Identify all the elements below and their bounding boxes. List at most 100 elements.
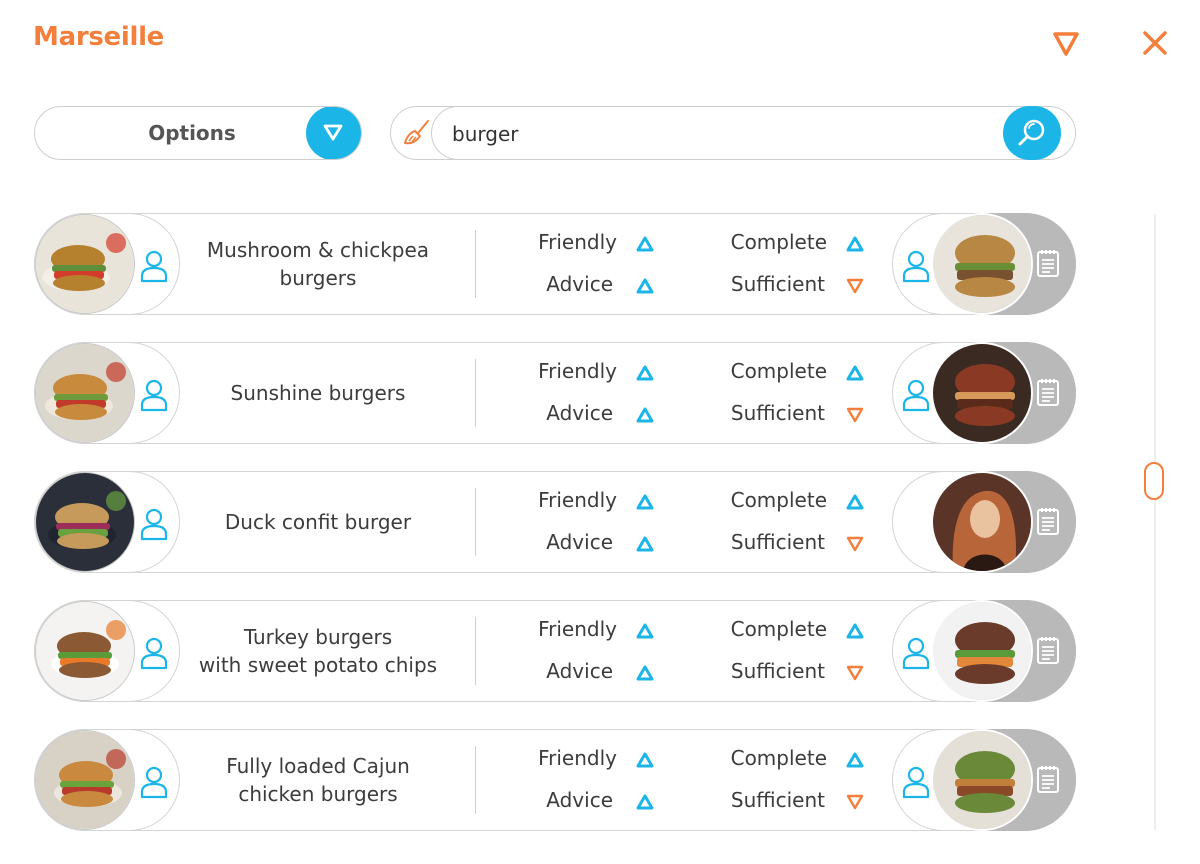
recipe-row[interactable]: Fully loaded Cajun chicken burgers Friend… — [34, 729, 1076, 831]
metric-complete-label: Complete — [730, 746, 827, 770]
user-icon[interactable] — [139, 378, 169, 416]
triangle-down-icon[interactable] — [845, 535, 865, 553]
triangle-up-icon[interactable] — [635, 235, 655, 253]
user-icon[interactable] — [139, 249, 169, 287]
notes-icon[interactable] — [1036, 764, 1060, 798]
broom-icon[interactable] — [401, 117, 433, 149]
divider — [475, 746, 476, 814]
triangle-up-icon[interactable] — [845, 493, 865, 511]
notes-icon[interactable] — [1036, 377, 1060, 411]
metric-complete-label: Complete — [730, 359, 827, 383]
triangle-up-icon[interactable] — [635, 364, 655, 382]
metric-sufficient-label: Sufficient — [730, 659, 825, 683]
recipe-name[interactable]: Turkey burgers with sweet potato chips — [185, 601, 451, 701]
triangle-up-icon[interactable] — [845, 751, 865, 769]
recipe-row[interactable]: Duck confit burger Friendly Advice Complete… — [34, 471, 1076, 573]
profile-photo[interactable] — [933, 215, 1031, 313]
triangle-down-icon[interactable] — [845, 277, 865, 295]
recipe-name-text: Sunshine burgers — [230, 381, 406, 405]
metric-friendly-label: Friendly — [538, 230, 617, 254]
metric-advice-label: Advice — [546, 272, 613, 296]
scrollbar-track[interactable] — [1154, 214, 1156, 830]
options-label: Options — [148, 121, 236, 145]
chevron-down-icon — [323, 124, 343, 141]
food-photo[interactable] — [36, 473, 134, 571]
food-photo[interactable] — [36, 731, 134, 829]
triangle-up-icon[interactable] — [635, 535, 655, 553]
profile-photo[interactable] — [933, 731, 1031, 829]
profile-photo[interactable] — [933, 602, 1031, 700]
metric-advice-label: Advice — [546, 659, 613, 683]
metric-complete-label: Complete — [730, 488, 827, 512]
triangle-up-icon[interactable] — [845, 364, 865, 382]
user-icon[interactable] — [901, 249, 931, 287]
triangle-down-icon[interactable] — [845, 793, 865, 811]
metric-sufficient-label: Sufficient — [730, 401, 825, 425]
user-icon[interactable] — [139, 636, 169, 674]
filter-icon[interactable] — [1052, 31, 1080, 57]
recipe-thumb-cap[interactable] — [34, 600, 180, 702]
recipe-row[interactable]: Sunshine burgers Friendly Advice Complete Su… — [34, 342, 1076, 444]
user-icon[interactable] — [139, 765, 169, 803]
recipe-name-text: Turkey burgers with sweet potato chips — [198, 625, 438, 677]
recipe-profile-cap[interactable] — [892, 213, 1076, 315]
notes-icon[interactable] — [1036, 506, 1060, 540]
triangle-up-icon[interactable] — [845, 622, 865, 640]
search-button[interactable] — [1003, 106, 1061, 160]
metric-sufficient-label: Sufficient — [730, 272, 825, 296]
triangle-up-icon[interactable] — [635, 793, 655, 811]
recipe-row[interactable]: Turkey burgers with sweet potato chips Fr… — [34, 600, 1076, 702]
recipe-thumb-cap[interactable] — [34, 729, 180, 831]
divider — [475, 617, 476, 685]
recipe-profile-cap[interactable] — [892, 471, 1076, 573]
food-photo[interactable] — [36, 602, 134, 700]
search-bar — [390, 106, 1076, 161]
triangle-up-icon[interactable] — [635, 664, 655, 682]
options-dropdown-button[interactable] — [306, 107, 361, 159]
recipe-row[interactable]: Mushroom & chickpea burgers Friendly Advic… — [34, 213, 1076, 315]
notes-icon[interactable] — [1036, 635, 1060, 669]
triangle-up-icon[interactable] — [635, 751, 655, 769]
scrollbar-thumb[interactable] — [1144, 462, 1164, 500]
close-icon[interactable] — [1140, 28, 1170, 58]
search-icon — [1018, 119, 1045, 146]
recipe-thumb-cap[interactable] — [34, 342, 180, 444]
notes-icon[interactable] — [1036, 248, 1060, 282]
search-input[interactable] — [450, 107, 1014, 161]
recipe-thumb-cap[interactable] — [34, 213, 180, 315]
divider — [475, 488, 476, 556]
metric-complete-label: Complete — [730, 617, 827, 641]
options-dropdown[interactable]: Options — [34, 106, 362, 160]
recipe-name[interactable]: Sunshine burgers — [185, 343, 451, 443]
triangle-up-icon[interactable] — [635, 406, 655, 424]
profile-photo[interactable] — [933, 473, 1031, 571]
profile-photo[interactable] — [933, 344, 1031, 442]
triangle-down-icon[interactable] — [845, 664, 865, 682]
recipe-name[interactable]: Duck confit burger — [185, 472, 451, 572]
triangle-down-icon[interactable] — [845, 406, 865, 424]
recipe-profile-cap[interactable] — [892, 729, 1076, 831]
recipe-name-text: Fully loaded Cajun chicken burgers — [226, 754, 410, 806]
user-icon[interactable] — [901, 765, 931, 803]
metric-friendly-label: Friendly — [538, 359, 617, 383]
metric-friendly-label: Friendly — [538, 617, 617, 641]
recipe-profile-cap[interactable] — [892, 600, 1076, 702]
food-photo[interactable] — [36, 215, 134, 313]
metric-advice-label: Advice — [546, 530, 613, 554]
triangle-up-icon[interactable] — [635, 277, 655, 295]
recipe-name[interactable]: Mushroom & chickpea burgers — [185, 214, 451, 314]
triangle-up-icon[interactable] — [635, 493, 655, 511]
user-icon[interactable] — [901, 636, 931, 674]
triangle-up-icon[interactable] — [635, 622, 655, 640]
recipe-profile-cap[interactable] — [892, 342, 1076, 444]
recipe-name-text: Mushroom & chickpea burgers — [206, 238, 430, 290]
user-icon[interactable] — [901, 378, 931, 416]
metric-friendly-label: Friendly — [538, 488, 617, 512]
divider — [475, 230, 476, 298]
food-photo[interactable] — [36, 344, 134, 442]
triangle-up-icon[interactable] — [845, 235, 865, 253]
recipe-thumb-cap[interactable] — [34, 471, 180, 573]
recipe-name[interactable]: Fully loaded Cajun chicken burgers — [185, 730, 451, 830]
user-icon[interactable] — [139, 507, 169, 545]
metric-friendly-label: Friendly — [538, 746, 617, 770]
